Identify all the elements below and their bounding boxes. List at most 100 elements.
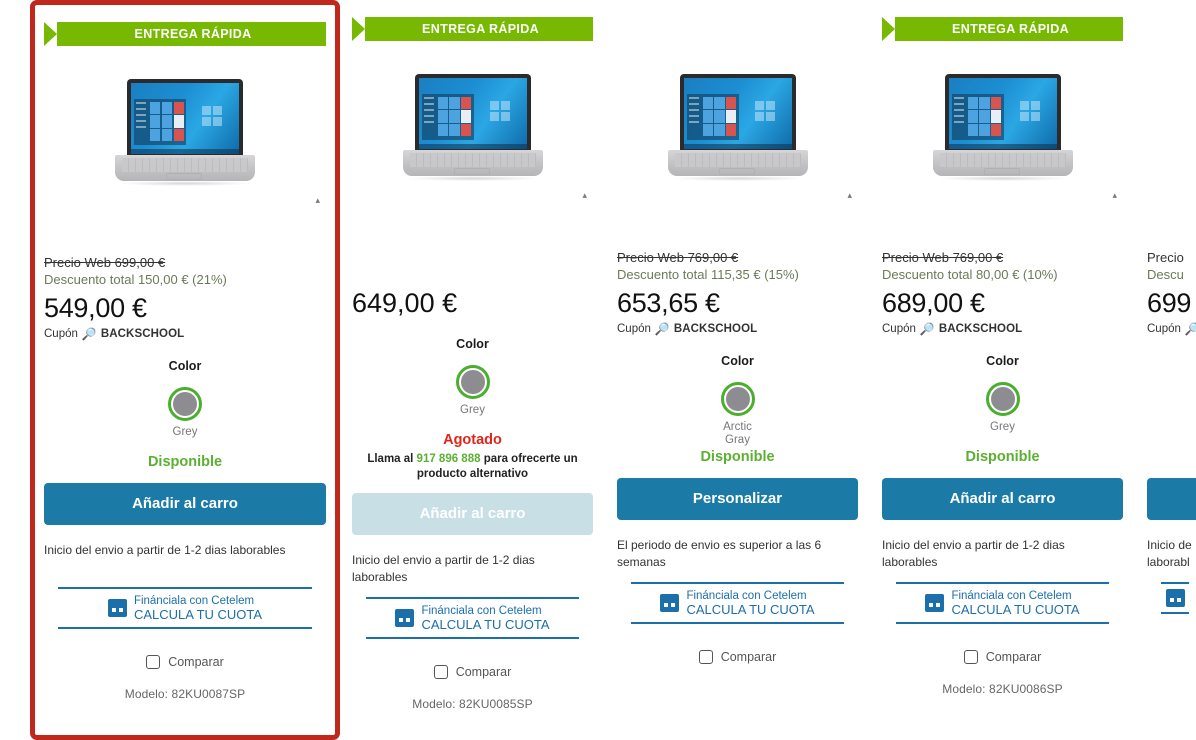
magnifier-plus-icon-5[interactable]: 🔎	[1185, 323, 1196, 335]
color-block-2: Color Grey	[352, 320, 593, 430]
product-image-1[interactable]: ▴	[44, 51, 326, 216]
final-price-1: 549,00 €	[44, 293, 147, 323]
calendar-icon-5	[1165, 589, 1185, 607]
cetelem-financing-4[interactable]: Finánciala con Cetelem CALCULA TU CUOTA	[896, 582, 1109, 624]
cetelem-line1-4: Finánciala con Cetelem	[951, 590, 1072, 602]
customize-button-3[interactable]: Personalizar	[617, 478, 858, 520]
stock-block-2: Agotado Llama al 917 896 888 para ofrece…	[352, 430, 593, 535]
compare-row-2[interactable]: Comparar	[352, 639, 593, 679]
laptop-image-3	[663, 73, 813, 184]
fast-delivery-banner-4: ENTREGA RÁPIDA	[882, 17, 1123, 41]
fast-delivery-banner-2: ENTREGA RÁPIDA	[352, 17, 593, 41]
product-image-2[interactable]: ▴	[352, 46, 593, 211]
product-card-2[interactable]: ENTREGA RÁPIDA ▴ 649,00 € Color Grey Ago…	[340, 0, 605, 740]
cetelem-line2-1: CALCULA TU CUOTA	[133, 607, 263, 622]
magnifier-plus-icon-4[interactable]: 🔎	[920, 323, 935, 335]
laptop-lid	[127, 78, 243, 157]
magnifier-plus-icon[interactable]: 🔎	[82, 328, 97, 340]
price-block-3: Precio Web 769,00 € Descuento total 115,…	[617, 211, 858, 337]
stock-status-5	[1147, 447, 1196, 467]
color-swatch-arctic-gray-3[interactable]	[720, 382, 755, 416]
shipping-info-2: Inicio del envio a partir de 1-2 dias la…	[352, 553, 535, 584]
final-price-5: 699	[1147, 288, 1192, 318]
color-block-3: Color Arctic Gray	[617, 337, 858, 447]
discount-3: Descuento total 115,35 € (15%)	[617, 267, 799, 282]
coupon-label-3: Cupón	[617, 323, 651, 335]
product-card-1[interactable]: ENTREGA RÁPIDA ▴ Precio Web 699,00 € Des…	[30, 0, 340, 740]
add-to-cart-button-5[interactable]	[1147, 478, 1196, 520]
cetelem-financing-2[interactable]: Finánciala con Cetelem CALCULA TU CUOTA	[366, 597, 579, 639]
color-swatch-grey-1[interactable]	[168, 387, 202, 421]
coupon-code-3: BACKSCHOOL	[673, 323, 758, 335]
model-number-4: Modelo: 82KU0086SP	[942, 682, 1063, 696]
calendar-icon-4	[925, 594, 945, 612]
compare-checkbox-3[interactable]	[698, 650, 713, 664]
compare-row-1[interactable]: Comparar	[44, 629, 326, 669]
compare-row-3[interactable]: Comparar	[617, 624, 858, 664]
discount-4: Descuento total 80,00 € (10%)	[882, 267, 1058, 282]
final-price-3: 653,65 €	[617, 288, 720, 318]
cetelem-financing-3[interactable]: Finánciala con Cetelem CALCULA TU CUOTA	[631, 582, 844, 624]
compare-row-4[interactable]: Comparar	[882, 624, 1123, 664]
model-number-3	[617, 664, 858, 682]
product-card-5-partial[interactable]: Precio Descu 699 Cupón 🔎 Inicio de labora…	[1135, 0, 1196, 740]
laptop-screen	[131, 82, 239, 154]
taskbar	[131, 148, 239, 154]
color-name-4: Grey	[990, 421, 1015, 433]
magnifier-plus-icon-3[interactable]: 🔎	[655, 323, 670, 335]
stock-status-1: Disponible	[147, 454, 223, 470]
coupon-label-1: Cupón	[44, 328, 78, 340]
stock-block-3: Disponible Personalizar	[617, 447, 858, 520]
add-to-cart-button-4[interactable]: Añadir al carro	[882, 478, 1123, 520]
compare-checkbox-2[interactable]	[433, 665, 448, 679]
price-block-1: Precio Web 699,00 € Descuento total 150,…	[44, 216, 326, 342]
add-to-cart-button-2: Añadir al carro	[352, 493, 593, 535]
laptop-image-2	[398, 73, 548, 184]
product-image-4[interactable]: ▴	[882, 46, 1123, 211]
compare-label-2: Comparar	[455, 665, 512, 679]
product-card-4[interactable]: ENTREGA RÁPIDA ▴ Precio Web 769,00 € Des…	[870, 0, 1135, 740]
color-title-1: Color	[168, 359, 202, 373]
color-swatch-grey-2[interactable]	[455, 365, 490, 399]
coupon-row-1[interactable]: Cupón 🔎 BACKSCHOOL	[44, 326, 326, 342]
cetelem-line1-2: Finánciala con Cetelem	[421, 605, 542, 617]
product-image-3[interactable]: ▴	[617, 46, 858, 211]
windows-logo-icon-3	[754, 100, 775, 121]
cetelem-line2-3: CALCULA TU CUOTA	[686, 602, 815, 617]
coupon-label-5: Cupón	[1147, 323, 1181, 335]
shipping-info-4: Inicio del envio a partir de 1-2 dias la…	[882, 538, 1065, 569]
windows-logo-icon-4	[1019, 100, 1040, 121]
color-title-4: Color	[986, 354, 1019, 368]
color-block-5	[1147, 337, 1196, 447]
color-swatch-grey-4[interactable]	[985, 382, 1020, 416]
compare-label-4: Comparar	[985, 650, 1042, 664]
compare-checkbox-4[interactable]	[963, 650, 978, 664]
fast-delivery-banner-wrap-2: ENTREGA RÁPIDA	[352, 0, 593, 46]
cetelem-financing-5[interactable]	[1161, 582, 1189, 614]
model-number-2: Modelo: 82KU0085SP	[412, 697, 533, 711]
cetelem-financing-1[interactable]: Finánciala con Cetelem CALCULA TU CUOTA	[58, 587, 312, 629]
cetelem-line1-3: Finánciala con Cetelem	[686, 590, 807, 602]
shipping-info-1: Inicio del envio a partir de 1-2 dias la…	[44, 543, 286, 557]
compare-checkbox-1[interactable]	[146, 655, 161, 669]
fast-delivery-banner-label-4: ENTREGA RÁPIDA	[952, 22, 1069, 36]
start-menu-icon-2	[421, 93, 474, 140]
coupon-row-3[interactable]: Cupón 🔎 BACKSCHOOL	[617, 321, 858, 337]
product-card-3[interactable]: ▴ Precio Web 769,00 € Descuento total 11…	[605, 0, 870, 740]
calendar-icon-3	[660, 594, 680, 612]
banner-spacer-3	[617, 0, 858, 46]
product-image-5[interactable]	[1147, 46, 1196, 211]
stock-status-2: Agotado	[443, 432, 502, 448]
coupon-code-4: BACKSCHOOL	[938, 323, 1023, 335]
coupon-row-5[interactable]: Cupón 🔎	[1147, 321, 1196, 337]
fast-delivery-banner-label: ENTREGA RÁPIDA	[134, 27, 252, 41]
add-to-cart-button-1[interactable]: Añadir al carro	[44, 483, 326, 525]
price-block-2: 649,00 €	[352, 211, 593, 320]
banner-spacer-5	[1147, 0, 1196, 46]
phone-number-2[interactable]: 917 896 888	[417, 453, 481, 465]
image-badge-icon-2: ▴	[582, 190, 587, 200]
color-name-line2-3: Gray	[725, 434, 750, 446]
coupon-row-4[interactable]: Cupón 🔎 BACKSCHOOL	[882, 321, 1123, 337]
laptop-keyboard	[122, 157, 248, 172]
calendar-icon-2	[395, 609, 415, 627]
